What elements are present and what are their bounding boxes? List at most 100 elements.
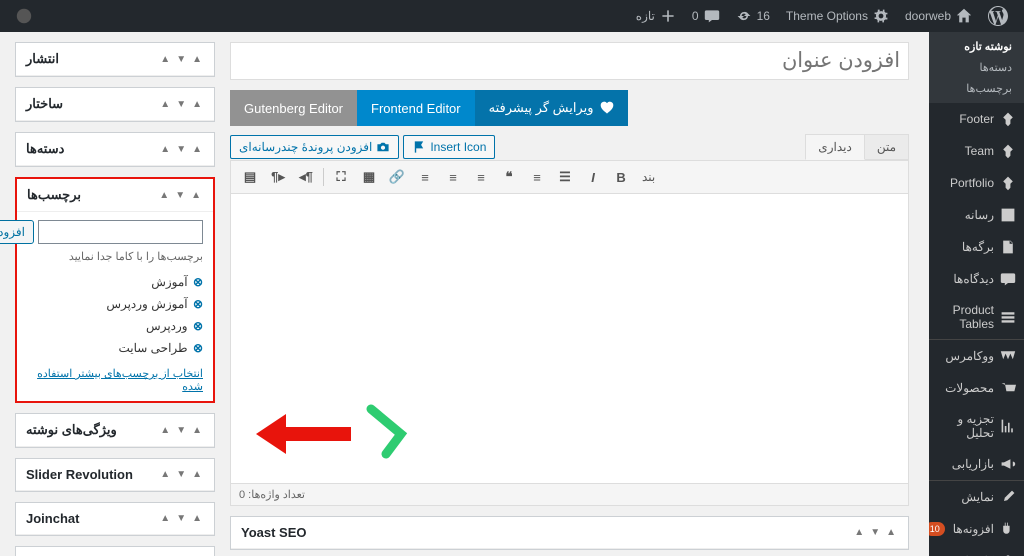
gear-icon xyxy=(873,8,889,24)
menu-plugins[interactable]: افزونه‌ها10 xyxy=(929,513,1024,545)
menu-analytics[interactable]: تجزیه و تحلیل xyxy=(929,404,1024,448)
yoast-handle[interactable]: ▲▼▲ Yoast SEO xyxy=(231,517,908,549)
site-home[interactable]: doorweb xyxy=(897,0,980,32)
table-icon xyxy=(1000,309,1016,325)
toolbar-ltr[interactable]: ▸¶ xyxy=(265,164,291,190)
megaphone-icon xyxy=(1000,456,1016,472)
admin-menu: نوشته تازه دسته‌ها برچسب‌ها Footer Team … xyxy=(929,32,1024,556)
popular-tags-link[interactable]: انتخاب از برچسب‌های بیشتر استفاده شده xyxy=(27,367,203,393)
menu-media[interactable]: رسانه xyxy=(929,199,1024,231)
word-count: تعداد واژه‌ها: 0 xyxy=(230,484,909,506)
insert-icon-button[interactable]: Insert Icon xyxy=(403,135,495,159)
plugin-icon xyxy=(1000,521,1016,537)
menu-users[interactable]: کاربران xyxy=(929,545,1024,556)
post-title-input[interactable] xyxy=(230,42,909,80)
menu-pages[interactable]: برگه‌ها xyxy=(929,231,1024,263)
home-icon xyxy=(956,8,972,24)
toolbar-alignleft[interactable]: ≡ xyxy=(412,164,438,190)
frontend-editor-button[interactable]: Frontend Editor xyxy=(357,90,475,126)
page-icon xyxy=(1000,239,1016,255)
content-editor[interactable] xyxy=(230,194,909,484)
updates[interactable]: 16 xyxy=(728,0,778,32)
comment-icon xyxy=(704,8,720,24)
tag-add-button[interactable]: افزودن xyxy=(0,220,34,244)
attributes-handle[interactable]: ▲▼▲ویژگی‌های نوشته xyxy=(16,414,214,447)
tag-input[interactable] xyxy=(38,220,203,244)
toolbar-quote[interactable]: ❝ xyxy=(496,164,522,190)
plus-icon xyxy=(660,8,676,24)
add-media-button[interactable]: افزودن پروندهٔ چندرسانه‌ای xyxy=(230,135,399,159)
slider-handle[interactable]: ▲▼▲Slider Revolution xyxy=(16,459,214,491)
toolbar-link[interactable]: 🔗 xyxy=(384,164,410,190)
side-column: ▲▼▲انتشار ▲▼▲ساختار ▲▼▲دسته‌ها ▲▼▲برچسب‌… xyxy=(15,42,215,556)
menu-portfolio[interactable]: Portfolio xyxy=(929,167,1024,199)
tag-remove-icon[interactable]: ⊗ xyxy=(193,275,203,289)
joinchat-handle[interactable]: ▲▼▲Joinchat xyxy=(16,503,214,535)
toolbar-ul[interactable]: ☰ xyxy=(552,164,578,190)
heart-icon xyxy=(600,101,614,115)
toolbar-ol[interactable]: ≡ xyxy=(524,164,550,190)
toolbar-fullscreen[interactable]: ⛶ xyxy=(328,164,354,190)
new-content[interactable]: تازه xyxy=(628,0,684,32)
tag-remove-icon[interactable]: ⊗ xyxy=(193,319,203,333)
menu-footer[interactable]: Footer xyxy=(929,103,1024,135)
down-icon[interactable]: ▼ xyxy=(868,527,882,538)
tags-handle[interactable]: ▲▼▲برچسب‌ها xyxy=(17,179,213,212)
menu-product-tables[interactable]: Product Tables xyxy=(929,295,1024,339)
new-label: تازه xyxy=(636,9,655,23)
woo-icon xyxy=(1000,348,1016,364)
toggle-icon[interactable]: ▲ xyxy=(884,527,898,538)
tag-remove-icon[interactable]: ⊗ xyxy=(193,297,203,311)
toolbar-paragraph-dropdown[interactable]: بند xyxy=(636,170,661,184)
format-handle[interactable]: ▲▼▲ساختار xyxy=(16,88,214,121)
toolbar-italic[interactable]: I xyxy=(580,164,606,190)
menu-comments[interactable]: دیدگاه‌ها xyxy=(929,263,1024,295)
tags-inside: افزودن برچسب‌ها را با کاما جدا نمایید ⊗ … xyxy=(17,212,213,401)
theme-options[interactable]: Theme Options xyxy=(778,0,897,32)
menu-products[interactable]: محصولات xyxy=(929,372,1024,404)
theme-options-label: Theme Options xyxy=(786,9,868,23)
menu-appearance[interactable]: نمایش xyxy=(929,481,1024,513)
metabox-featured-image: ▲▼▲تصویر شاخص xyxy=(15,546,215,556)
yoast-title: Yoast SEO xyxy=(241,525,307,540)
comments[interactable]: 0 xyxy=(684,0,728,32)
tab-text[interactable]: متن xyxy=(864,134,909,160)
up-icon[interactable]: ▲ xyxy=(852,527,866,538)
site-name: doorweb xyxy=(905,9,951,23)
categories-handle[interactable]: ▲▼▲دسته‌ها xyxy=(16,133,214,166)
toolbar-rtl[interactable]: ¶◂ xyxy=(293,164,319,190)
toolbar-more[interactable]: ▦ xyxy=(356,164,382,190)
camera-icon xyxy=(376,140,390,154)
submenu-new-post[interactable]: نوشته تازه xyxy=(929,36,1024,57)
media-icon xyxy=(1000,207,1016,223)
tab-visual[interactable]: دیداری xyxy=(805,134,865,160)
publish-handle[interactable]: ▲▼▲انتشار xyxy=(16,43,214,76)
user-icon xyxy=(16,8,32,24)
featured-handle[interactable]: ▲▼▲تصویر شاخص xyxy=(16,547,214,556)
submenu-categories[interactable]: دسته‌ها xyxy=(929,57,1024,78)
toolbar-wp-more[interactable]: ▤ xyxy=(237,164,263,190)
menu-team[interactable]: Team xyxy=(929,135,1024,167)
metabox-yoast: ▲▼▲ Yoast SEO xyxy=(230,516,909,550)
menu-marketing[interactable]: بازاریابی xyxy=(929,448,1024,480)
refresh-icon xyxy=(736,8,752,24)
toolbar-bold[interactable]: B xyxy=(608,164,634,190)
menu-woocommerce[interactable]: ووکامرس xyxy=(929,340,1024,372)
user-account[interactable] xyxy=(8,0,40,32)
editor-tabs: متن دیداری xyxy=(806,134,909,160)
tag-remove-icon[interactable]: ⊗ xyxy=(193,341,203,355)
toolbar-aligncenter[interactable]: ≡ xyxy=(440,164,466,190)
gutenberg-button[interactable]: Gutenberg Editor xyxy=(230,90,357,126)
chart-icon xyxy=(1000,418,1016,434)
metabox-tags: ▲▼▲برچسب‌ها افزودن برچسب‌ها را با کاما ج… xyxy=(15,177,215,403)
toolbar-alignright[interactable]: ≡ xyxy=(468,164,494,190)
flag-icon xyxy=(412,140,426,154)
wpbakery-button[interactable]: ویرایش گر پیشرفته xyxy=(475,90,628,126)
wp-logo[interactable] xyxy=(980,0,1016,32)
metabox-publish: ▲▼▲انتشار xyxy=(15,42,215,77)
menu-posts[interactable]: نوشته تازه دسته‌ها برچسب‌ها xyxy=(929,32,1024,103)
submenu-tags[interactable]: برچسب‌ها xyxy=(929,78,1024,99)
pin-icon xyxy=(1000,111,1016,127)
product-icon xyxy=(1000,380,1016,396)
editor-switcher: ویرایش گر پیشرفته Frontend Editor Gutenb… xyxy=(230,90,909,126)
